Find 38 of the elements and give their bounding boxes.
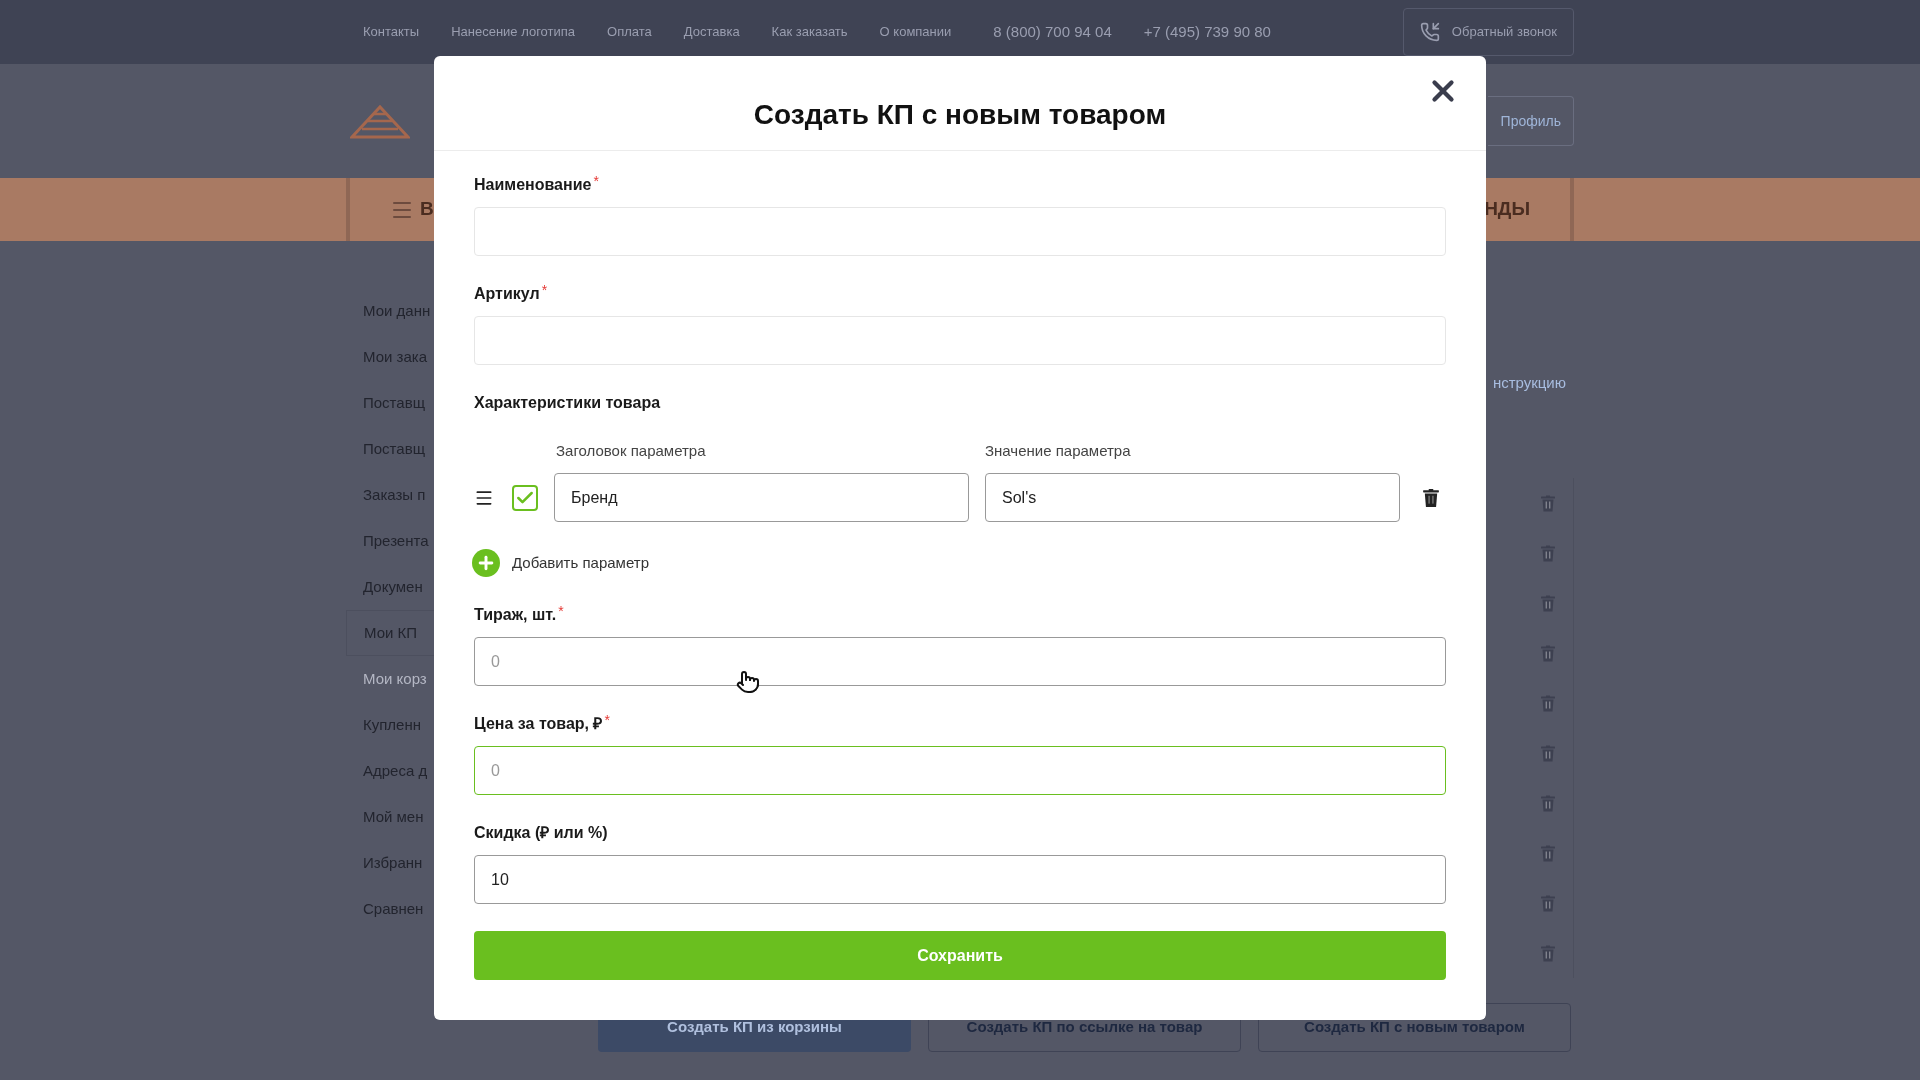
input-field[interactable]: Бренд [554,473,969,522]
checkbox[interactable] [512,484,538,511]
callback-button[interactable]: Обратный звонок [1402,8,1574,56]
nav-link[interactable]: Оплата [607,22,652,42]
catalog-label[interactable]: В [420,195,434,224]
nav-link[interactable]: О компании [879,22,952,42]
nav-link[interactable]: Доставка [683,22,740,42]
required-mark: * [541,284,548,296]
nav-link[interactable]: Контакты [363,22,420,42]
input-field[interactable]: 0 [474,637,1446,686]
nav-link[interactable]: Как заказать [771,22,848,42]
phone-number[interactable]: +7 (495) 739 90 80 [1143,20,1271,44]
required-mark: * [593,175,599,187]
brands-label[interactable]: НДЫ [1484,195,1530,224]
trash-icon[interactable] [1423,488,1439,507]
field-label: Цена за товар, ₽ [474,714,603,734]
input-field[interactable]: 0 [474,746,1446,795]
field-label: Наименование [474,175,592,195]
profile-button[interactable]: Профиль [1488,96,1574,146]
add-icon[interactable] [472,549,500,577]
input-field[interactable]: 10 [474,855,1446,904]
field-label: Артикул [474,284,540,304]
section-title: Характеристики товара [474,393,662,413]
field-label: Тираж, шт. [474,605,557,625]
instruction-link[interactable]: нструкцию [1492,372,1574,392]
hand-cursor-icon [736,668,760,696]
phone-number[interactable]: 8 (800) 700 94 04 [993,20,1112,44]
column-label: Значение параметра [985,441,1132,461]
modal-title: Создать КП с новым товаром [753,98,1167,132]
field-label: Скидка (₽ или %) [474,823,608,843]
input-field[interactable]: Sol's [985,473,1400,522]
required-mark: * [604,714,610,726]
save-button[interactable]: Сохранить [474,931,1446,980]
nav-link[interactable]: Нанесение логотипа [451,22,576,42]
add-parameter-link[interactable]: Добавить параметр [512,551,649,575]
required-mark: * [558,605,564,617]
phone-icon [1419,22,1440,42]
column-label: Заголовок параметра [556,441,707,461]
